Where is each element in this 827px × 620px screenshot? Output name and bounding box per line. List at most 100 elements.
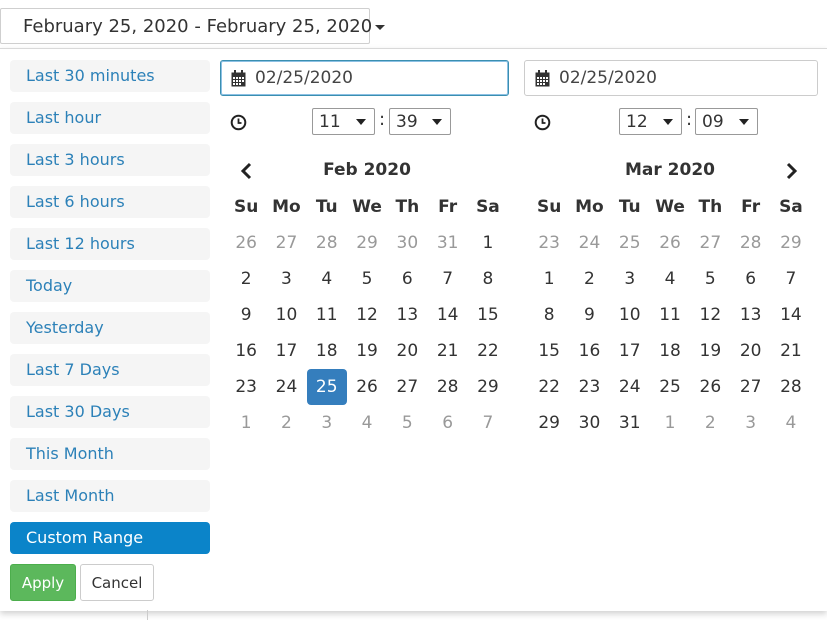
day-cell[interactable]: 2 bbox=[266, 405, 306, 441]
date-range-trigger[interactable]: February 25, 2020 - February 25, 2020 bbox=[0, 8, 386, 44]
cancel-button[interactable]: Cancel bbox=[80, 564, 154, 601]
day-cell[interactable]: 3 bbox=[307, 405, 347, 441]
day-cell[interactable]: 18 bbox=[307, 333, 347, 369]
range-item[interactable]: Today bbox=[10, 270, 210, 302]
day-cell[interactable]: 26 bbox=[226, 225, 266, 261]
day-cell[interactable]: 5 bbox=[347, 261, 387, 297]
day-cell[interactable]: 23 bbox=[569, 369, 609, 405]
day-cell[interactable]: 2 bbox=[569, 261, 609, 297]
range-item[interactable]: Last 30 Days bbox=[10, 396, 210, 428]
day-cell[interactable]: 29 bbox=[468, 369, 508, 405]
day-cell[interactable]: 11 bbox=[307, 297, 347, 333]
day-cell[interactable]: 25 bbox=[610, 225, 650, 261]
day-cell[interactable]: 29 bbox=[771, 225, 811, 261]
day-cell[interactable]: 6 bbox=[427, 405, 467, 441]
day-cell[interactable]: 14 bbox=[771, 297, 811, 333]
day-cell[interactable]: 13 bbox=[387, 297, 427, 333]
range-item[interactable]: Last 7 Days bbox=[10, 354, 210, 386]
day-cell[interactable]: 24 bbox=[569, 225, 609, 261]
day-cell[interactable]: 30 bbox=[387, 225, 427, 261]
day-cell[interactable]: 2 bbox=[226, 261, 266, 297]
day-cell[interactable]: 12 bbox=[690, 297, 730, 333]
selected-day-cell[interactable]: 25 bbox=[306, 369, 347, 405]
day-cell[interactable]: 15 bbox=[468, 297, 508, 333]
day-cell[interactable]: 9 bbox=[569, 297, 609, 333]
day-cell[interactable]: 31 bbox=[610, 405, 650, 441]
day-cell[interactable]: 21 bbox=[427, 333, 467, 369]
day-cell[interactable]: 20 bbox=[387, 333, 427, 369]
apply-button[interactable]: Apply bbox=[10, 564, 76, 601]
end-minute-select[interactable]: 09 bbox=[695, 108, 758, 135]
day-cell[interactable]: 29 bbox=[529, 405, 569, 441]
day-cell[interactable]: 28 bbox=[307, 225, 347, 261]
day-cell[interactable]: 4 bbox=[347, 405, 387, 441]
day-cell[interactable]: 21 bbox=[771, 333, 811, 369]
day-cell[interactable]: 2 bbox=[690, 405, 730, 441]
range-item[interactable]: Last 30 minutes bbox=[10, 60, 210, 92]
day-cell[interactable]: 26 bbox=[650, 225, 690, 261]
day-cell[interactable]: 8 bbox=[468, 261, 508, 297]
day-cell[interactable]: 7 bbox=[771, 261, 811, 297]
day-cell[interactable]: 13 bbox=[730, 297, 770, 333]
day-cell[interactable]: 9 bbox=[226, 297, 266, 333]
day-cell[interactable]: 16 bbox=[226, 333, 266, 369]
day-cell[interactable]: 18 bbox=[650, 333, 690, 369]
day-cell[interactable]: 28 bbox=[730, 225, 770, 261]
day-cell[interactable]: 15 bbox=[529, 333, 569, 369]
day-cell[interactable]: 23 bbox=[529, 225, 569, 261]
day-cell[interactable]: 25 bbox=[650, 369, 690, 405]
day-cell[interactable]: 27 bbox=[266, 225, 306, 261]
day-cell[interactable]: 24 bbox=[610, 369, 650, 405]
day-cell[interactable]: 16 bbox=[569, 333, 609, 369]
range-item[interactable]: Last 3 hours bbox=[10, 144, 210, 176]
day-cell[interactable]: 22 bbox=[468, 333, 508, 369]
day-cell[interactable]: 27 bbox=[730, 369, 770, 405]
day-cell[interactable]: 4 bbox=[650, 261, 690, 297]
day-cell[interactable]: 3 bbox=[266, 261, 306, 297]
start-date-input[interactable]: 02/25/2020 bbox=[220, 60, 509, 96]
start-minute-select[interactable]: 39 bbox=[389, 108, 451, 135]
day-cell[interactable]: 29 bbox=[347, 225, 387, 261]
range-item[interactable]: Last 12 hours bbox=[10, 228, 210, 260]
chevron-right-icon[interactable] bbox=[785, 162, 799, 180]
day-cell[interactable]: 12 bbox=[347, 297, 387, 333]
day-cell[interactable]: 24 bbox=[266, 369, 306, 405]
end-hour-select[interactable]: 12 bbox=[619, 108, 682, 135]
day-cell[interactable]: 11 bbox=[650, 297, 690, 333]
day-cell[interactable]: 4 bbox=[307, 261, 347, 297]
day-cell[interactable]: 19 bbox=[347, 333, 387, 369]
day-cell[interactable]: 8 bbox=[529, 297, 569, 333]
range-item[interactable]: Last hour bbox=[10, 102, 210, 134]
day-cell[interactable]: 7 bbox=[427, 261, 467, 297]
range-item[interactable]: Custom Range bbox=[10, 522, 210, 554]
day-cell[interactable]: 30 bbox=[569, 405, 609, 441]
end-date-input[interactable]: 02/25/2020 bbox=[524, 60, 818, 96]
range-item[interactable]: Last Month bbox=[10, 480, 210, 512]
range-item[interactable]: Last 6 hours bbox=[10, 186, 210, 218]
day-cell[interactable]: 3 bbox=[610, 261, 650, 297]
day-cell[interactable]: 14 bbox=[427, 297, 467, 333]
day-cell[interactable]: 10 bbox=[610, 297, 650, 333]
day-cell[interactable]: 3 bbox=[730, 405, 770, 441]
day-cell[interactable]: 5 bbox=[690, 261, 730, 297]
range-item[interactable]: Yesterday bbox=[10, 312, 210, 344]
day-cell[interactable]: 7 bbox=[468, 405, 508, 441]
day-cell[interactable]: 1 bbox=[529, 261, 569, 297]
day-cell[interactable]: 5 bbox=[387, 405, 427, 441]
day-cell[interactable]: 1 bbox=[468, 225, 508, 261]
day-cell[interactable]: 10 bbox=[266, 297, 306, 333]
day-cell[interactable]: 19 bbox=[690, 333, 730, 369]
start-hour-select[interactable]: 11 bbox=[312, 108, 375, 135]
day-cell[interactable]: 27 bbox=[387, 369, 427, 405]
day-cell[interactable]: 22 bbox=[529, 369, 569, 405]
day-cell[interactable]: 20 bbox=[730, 333, 770, 369]
range-item[interactable]: This Month bbox=[10, 438, 210, 470]
day-cell[interactable]: 28 bbox=[427, 369, 467, 405]
day-cell[interactable]: 27 bbox=[690, 225, 730, 261]
day-cell[interactable]: 1 bbox=[226, 405, 266, 441]
day-cell[interactable]: 31 bbox=[427, 225, 467, 261]
day-cell[interactable]: 23 bbox=[226, 369, 266, 405]
day-cell[interactable]: 17 bbox=[610, 333, 650, 369]
day-cell[interactable]: 1 bbox=[650, 405, 690, 441]
day-cell[interactable]: 6 bbox=[730, 261, 770, 297]
